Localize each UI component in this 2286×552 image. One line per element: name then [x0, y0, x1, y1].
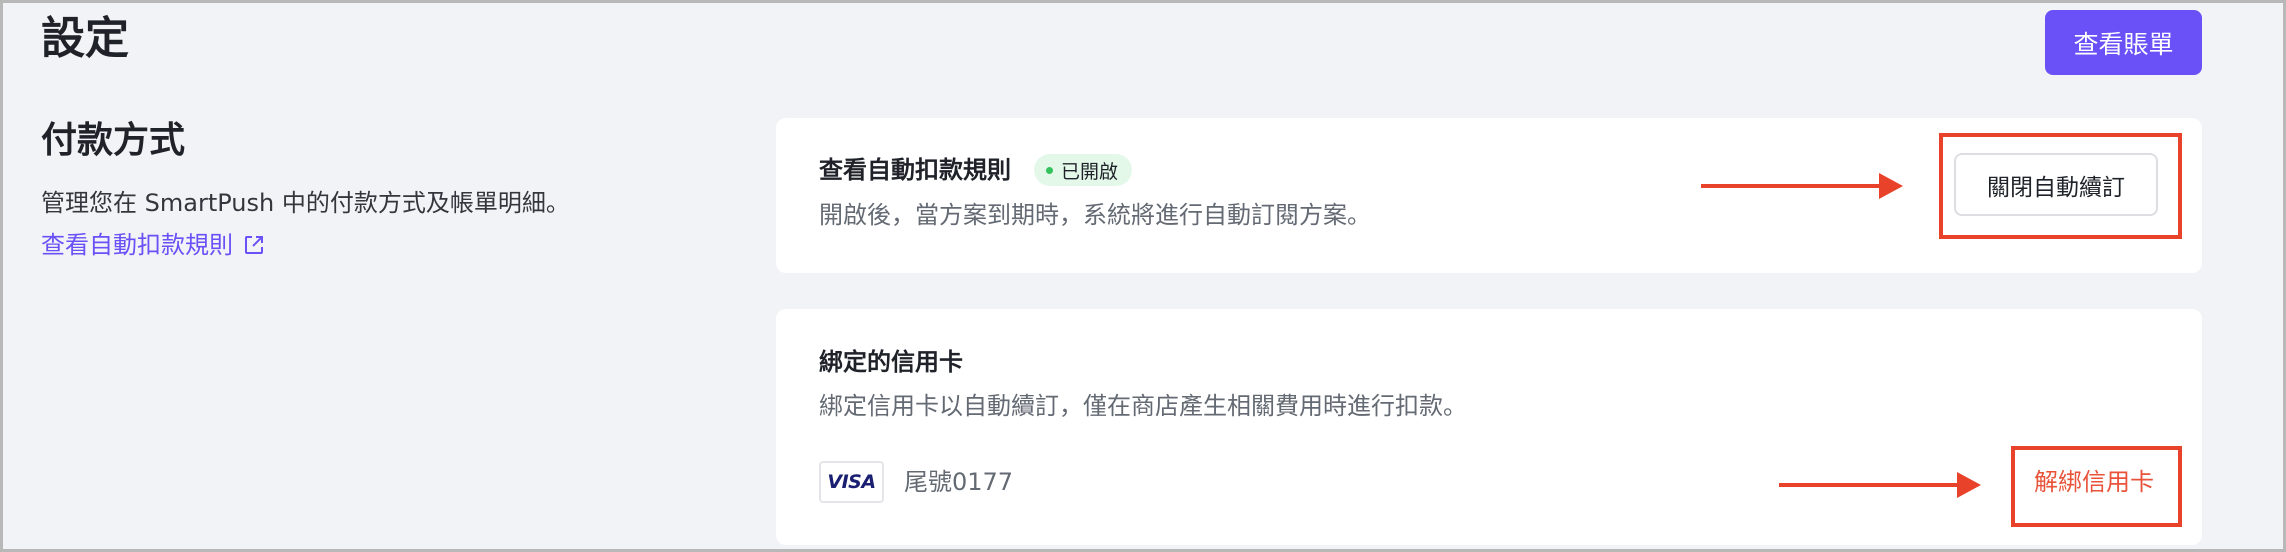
auto-debit-rules-link-label: 查看自動扣款規則	[41, 231, 233, 259]
credit-card-card: 綁定的信用卡 綁定信用卡以自動續訂，僅在商店產生相關費用時進行扣款。 VISA …	[776, 309, 2202, 545]
disable-auto-renew-button[interactable]: 關閉自動續訂	[1954, 153, 2158, 216]
auto-renew-card: 查看自動扣款規則 已開啟 開啟後，當方案到期時，系統將進行自動訂閱方案。 關閉自…	[776, 118, 2202, 273]
visa-logo: VISA	[819, 461, 884, 503]
credit-card-description: 綁定信用卡以自動續訂，僅在商店產生相關費用時進行扣款。	[819, 392, 1467, 420]
external-link-icon	[245, 236, 263, 254]
page-title: 設定	[41, 13, 129, 64]
unbind-card-link[interactable]: 解綁信用卡	[2034, 465, 2154, 499]
payment-section-title: 付款方式	[41, 120, 186, 161]
card-last-digits: 尾號0177	[904, 468, 1014, 496]
status-badge: 已開啟	[1034, 154, 1133, 186]
auto-renew-description: 開啟後，當方案到期時，系統將進行自動訂閱方案。	[819, 201, 1371, 229]
status-dot-icon	[1046, 166, 1053, 174]
annotation-arrow	[1779, 472, 1981, 498]
payment-section-description: 管理您在 SmartPush 中的付款方式及帳單明細。	[41, 189, 570, 217]
status-badge-label: 已開啟	[1061, 160, 1119, 183]
credit-card-title: 綁定的信用卡	[819, 348, 963, 376]
auto-renew-title: 查看自動扣款規則	[819, 156, 1011, 184]
annotation-arrow	[1701, 173, 1903, 199]
auto-debit-rules-link[interactable]: 查看自動扣款規則	[41, 227, 265, 263]
view-bill-button[interactable]: 查看賬單	[2045, 10, 2202, 75]
